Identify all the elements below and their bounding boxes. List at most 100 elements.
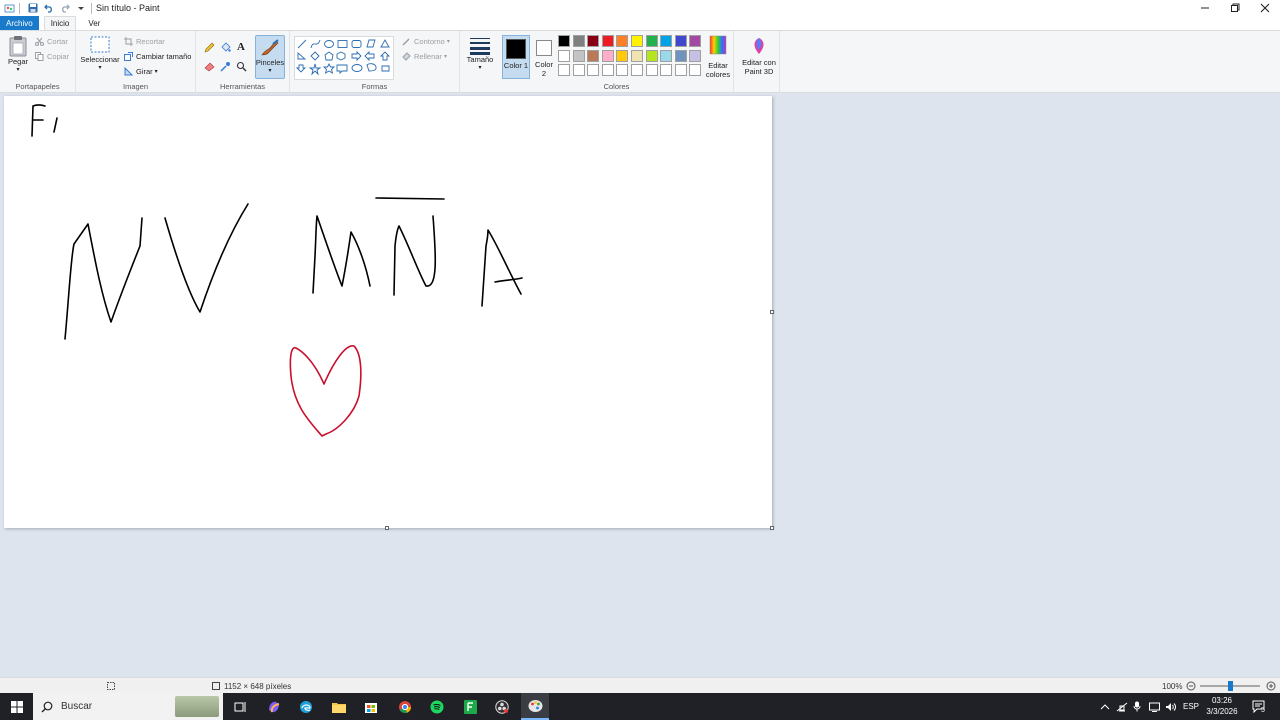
copy-button[interactable]: Copiar bbox=[35, 52, 69, 61]
shapes-group-label: Formas bbox=[361, 82, 388, 91]
edge-icon[interactable] bbox=[294, 693, 318, 720]
display-icon[interactable] bbox=[1149, 693, 1160, 720]
palette-swatch[interactable] bbox=[660, 35, 673, 47]
volume-icon[interactable] bbox=[1165, 693, 1176, 720]
palette-swatch[interactable] bbox=[631, 35, 643, 47]
palette-swatch[interactable] bbox=[572, 64, 585, 77]
palette-swatch[interactable] bbox=[645, 64, 658, 77]
palette-swatch[interactable] bbox=[572, 35, 585, 47]
palette-swatch[interactable] bbox=[601, 35, 614, 47]
paint-taskbar-icon[interactable] bbox=[521, 693, 549, 720]
network-icon[interactable] bbox=[1116, 693, 1128, 720]
palette-swatch[interactable] bbox=[587, 49, 600, 62]
save-icon[interactable] bbox=[26, 1, 40, 15]
drawing-canvas[interactable] bbox=[4, 96, 774, 530]
fill-bucket-icon[interactable] bbox=[218, 40, 232, 54]
copilot-icon[interactable] bbox=[262, 693, 286, 720]
palette-swatch[interactable] bbox=[674, 64, 687, 77]
palette-swatch[interactable] bbox=[660, 49, 673, 62]
palette-swatch[interactable] bbox=[587, 35, 600, 47]
chrome-icon[interactable] bbox=[393, 693, 417, 720]
palette-swatch[interactable] bbox=[558, 64, 570, 77]
show-hidden-icons[interactable] bbox=[1100, 693, 1110, 720]
paste-button[interactable]: Pegar ▾ bbox=[4, 35, 32, 75]
resize-handle-right[interactable] bbox=[770, 310, 774, 314]
select-button[interactable]: Seleccionar ▾ bbox=[80, 35, 120, 73]
palette-swatch[interactable] bbox=[631, 49, 643, 62]
palette-swatch[interactable] bbox=[674, 35, 687, 47]
redo-icon[interactable] bbox=[58, 1, 72, 15]
shapes-gallery[interactable] bbox=[294, 36, 394, 80]
rotate-button[interactable]: Girar ▾ bbox=[124, 67, 158, 76]
size-dropdown-icon[interactable]: ▾ bbox=[478, 64, 481, 73]
palette-swatch[interactable] bbox=[587, 64, 600, 77]
pencil-icon[interactable] bbox=[202, 40, 216, 54]
palette-swatch[interactable] bbox=[616, 35, 629, 47]
text-icon[interactable]: A bbox=[234, 40, 248, 54]
palette-swatch[interactable] bbox=[689, 35, 702, 47]
palette-swatch[interactable] bbox=[558, 35, 570, 47]
restore-icon[interactable] bbox=[1220, 0, 1250, 16]
edit-paint3d-button[interactable]: Editar con Paint 3D bbox=[738, 37, 780, 76]
spotify-icon[interactable] bbox=[425, 693, 449, 720]
size-button[interactable]: Tamaño ▾ bbox=[464, 37, 496, 73]
outline-button[interactable]: Contorno ▾ bbox=[402, 37, 450, 46]
palette-swatch[interactable] bbox=[645, 35, 658, 47]
notifications-button[interactable]: 5 bbox=[1252, 693, 1266, 720]
microsoft-store-icon[interactable] bbox=[359, 693, 383, 720]
sheets-app-icon[interactable] bbox=[458, 693, 482, 720]
palette-swatch[interactable] bbox=[645, 49, 658, 62]
edit-colors-button[interactable] bbox=[702, 35, 734, 55]
obs-studio-icon[interactable] bbox=[490, 693, 514, 720]
color2-button[interactable]: Color 2 bbox=[532, 35, 556, 79]
system-clock[interactable]: 03:26 3/3/2026 bbox=[1200, 695, 1244, 717]
palette-swatch[interactable] bbox=[601, 64, 614, 77]
palette-swatch[interactable] bbox=[616, 49, 629, 62]
crop-button[interactable]: Recortar bbox=[124, 37, 165, 46]
color1-button[interactable]: Color 1 bbox=[502, 35, 530, 79]
palette-swatch[interactable] bbox=[689, 49, 702, 62]
palette-swatch[interactable] bbox=[572, 49, 585, 62]
palette-swatch[interactable] bbox=[631, 64, 643, 77]
rotate-dropdown-icon[interactable]: ▾ bbox=[155, 68, 158, 75]
taskbar-search-box[interactable]: Buscar bbox=[33, 693, 223, 720]
brushes-dropdown-icon[interactable]: ▾ bbox=[268, 67, 271, 76]
zoom-in-icon[interactable] bbox=[1266, 678, 1276, 694]
zoom-out-icon[interactable] bbox=[1186, 678, 1196, 694]
outline-dropdown-icon[interactable]: ▾ bbox=[447, 38, 450, 45]
resize-button[interactable]: Cambiar tamaño bbox=[124, 52, 191, 61]
undo-icon[interactable] bbox=[42, 1, 56, 15]
fill-dropdown-icon[interactable]: ▾ bbox=[444, 53, 447, 60]
tab-view[interactable]: Ver bbox=[82, 16, 106, 30]
language-indicator[interactable]: ESP bbox=[1183, 693, 1199, 720]
fill-icon bbox=[402, 52, 411, 61]
palette-swatch[interactable] bbox=[674, 49, 687, 62]
fill-button[interactable]: Rellenar ▾ bbox=[402, 52, 447, 61]
zoom-slider-thumb[interactable] bbox=[1228, 681, 1233, 691]
brushes-button[interactable]: Pinceles ▾ bbox=[255, 35, 285, 79]
task-view-icon[interactable] bbox=[228, 693, 252, 720]
paste-dropdown-icon[interactable]: ▾ bbox=[16, 66, 19, 75]
resize-handle-bottom[interactable] bbox=[385, 526, 389, 530]
customize-toolbar-icon[interactable] bbox=[74, 1, 88, 15]
resize-handle-corner[interactable] bbox=[770, 526, 774, 530]
tab-home[interactable]: Inicio bbox=[43, 16, 77, 30]
color-picker-icon[interactable] bbox=[218, 59, 232, 73]
paint-app-icon[interactable] bbox=[2, 1, 16, 15]
palette-swatch[interactable] bbox=[558, 49, 570, 62]
title-bar: Sin título - Paint bbox=[0, 0, 1280, 16]
cut-button[interactable]: Cortar bbox=[35, 37, 68, 46]
color1-swatch bbox=[506, 39, 526, 59]
minimize-icon[interactable] bbox=[1190, 0, 1220, 16]
select-dropdown-icon[interactable]: ▾ bbox=[98, 64, 101, 73]
microphone-icon[interactable] bbox=[1133, 693, 1141, 720]
palette-swatch[interactable] bbox=[660, 64, 673, 77]
eraser-icon[interactable] bbox=[202, 59, 216, 73]
file-explorer-icon[interactable] bbox=[327, 693, 351, 720]
palette-swatch[interactable] bbox=[601, 49, 614, 62]
magnifier-icon[interactable] bbox=[234, 59, 248, 73]
windows-start-icon[interactable] bbox=[0, 693, 33, 720]
tab-file[interactable]: Archivo bbox=[0, 16, 39, 30]
palette-swatch[interactable] bbox=[616, 64, 629, 77]
close-icon[interactable] bbox=[1250, 0, 1280, 16]
